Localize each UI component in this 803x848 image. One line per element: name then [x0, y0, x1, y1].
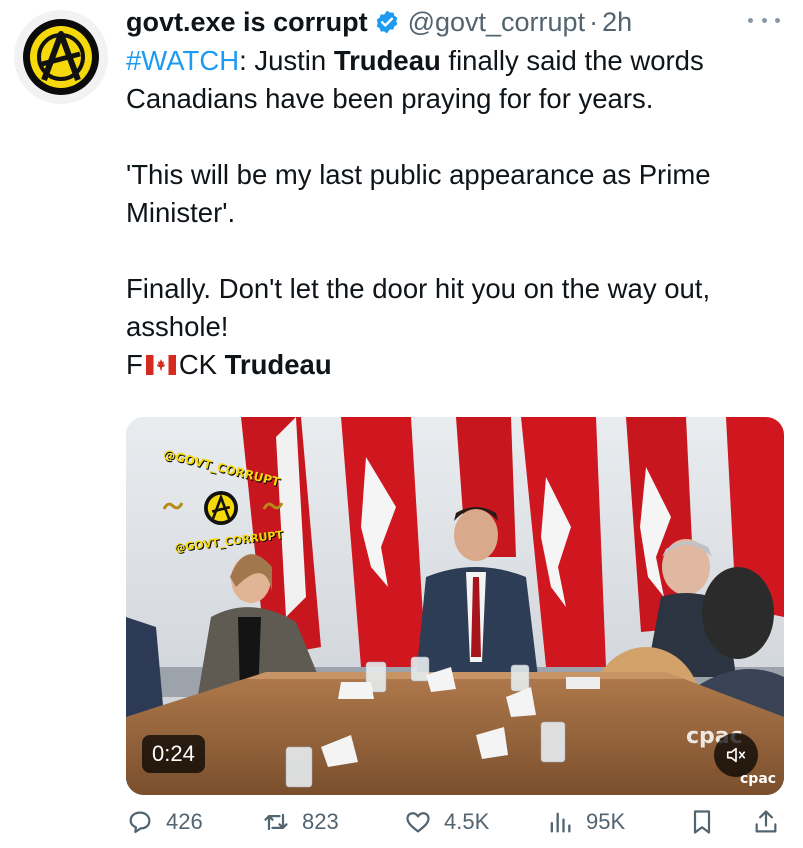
like-count: 4.5K — [444, 809, 490, 834]
repost-button[interactable]: 823 — [262, 808, 339, 836]
anarchy-symbol-icon — [23, 19, 99, 95]
timestamp[interactable]: 2h — [602, 7, 632, 38]
more-options-icon[interactable] — [748, 6, 780, 34]
verified-badge-icon — [376, 10, 397, 34]
bookmark-icon — [693, 810, 711, 834]
hashtag-link[interactable]: #WATCH — [126, 45, 239, 76]
reply-button[interactable]: 426 — [126, 808, 203, 836]
handle[interactable]: @govt_corrupt — [408, 7, 586, 38]
heart-icon — [406, 812, 430, 833]
text-bold-segment: Trudeau — [224, 349, 332, 380]
video-player[interactable]: @GOVT_CORRUPT @GOVT_CORRUPT 0:24 cpac cp… — [126, 417, 784, 795]
like-button[interactable]: 4.5K — [404, 808, 489, 836]
share-icon — [755, 810, 777, 833]
view-count: 95K — [586, 809, 626, 834]
network-logo-small: cpac — [740, 771, 777, 787]
text-bold-segment: Trudeau — [333, 45, 441, 76]
share-button[interactable] — [752, 808, 792, 836]
reply-count: 426 — [166, 809, 203, 834]
tweet-header: govt.exe is corrupt @govt_corrupt · 2h — [126, 2, 786, 42]
separator: · — [589, 6, 599, 37]
canada-flag-icon — [145, 355, 176, 375]
avatar[interactable] — [14, 10, 108, 104]
tweet-paragraph-4: F CK Trudeau — [126, 346, 791, 384]
bookmark-button[interactable] — [688, 808, 728, 836]
bar-chart-icon — [550, 812, 571, 833]
tweet-paragraph-3: Finally. Don't let the door hit you on t… — [126, 273, 711, 342]
reply-icon — [129, 811, 151, 834]
tweet[interactable]: govt.exe is corrupt @govt_corrupt · 2h #… — [0, 0, 803, 839]
views-button[interactable]: 95K — [546, 808, 625, 836]
repost-icon — [264, 813, 288, 831]
tweet-text: #WATCH: Justin Trudeau finally said the … — [126, 42, 791, 384]
video-duration-badge: 0:24 — [142, 735, 205, 773]
anarchy-symbol-icon — [204, 491, 238, 525]
display-name[interactable]: govt.exe is corrupt — [126, 7, 368, 38]
text-segment: F — [126, 349, 143, 380]
snake-icon — [262, 502, 284, 510]
text-segment: : Justin — [239, 45, 334, 76]
repost-count: 823 — [302, 809, 339, 834]
snake-icon — [162, 502, 184, 510]
tweet-paragraph-1: #WATCH: Justin Trudeau finally said the … — [126, 42, 791, 118]
tweet-paragraph-2: 'This will be my last public appearance … — [126, 159, 711, 228]
text-segment: CK — [178, 349, 225, 380]
action-bar: 426 823 4.5K 95K — [126, 808, 791, 848]
